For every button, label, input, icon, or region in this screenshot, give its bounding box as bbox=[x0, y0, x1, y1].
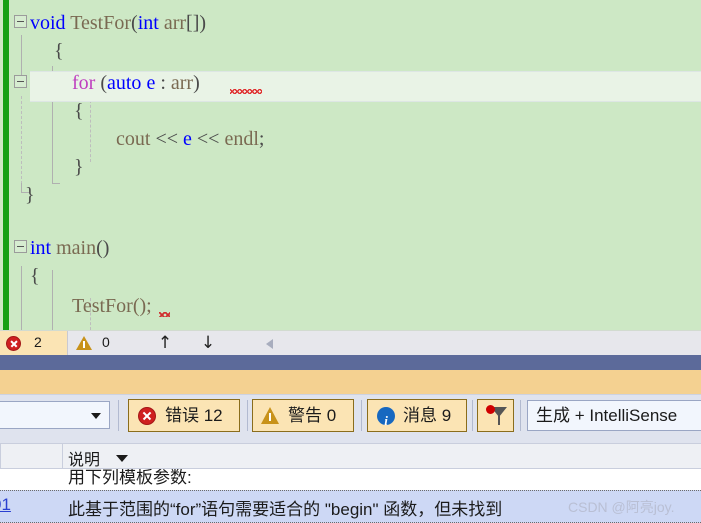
highlight-band bbox=[0, 370, 701, 394]
toolbar-separator-4 bbox=[472, 400, 473, 431]
indent-guide-1-end bbox=[52, 175, 60, 184]
error-code-link[interactable]: 01 bbox=[0, 495, 11, 515]
next-issue-arrow-icon[interactable]: ↓ bbox=[197, 333, 219, 354]
token-open-brace-1: { bbox=[54, 40, 64, 62]
token-main-parens: () bbox=[96, 237, 110, 259]
token-call-testfor: TestFor(); bbox=[72, 295, 152, 317]
token-endl: endl bbox=[224, 128, 259, 150]
code-line-5[interactable]: cout << e << endl; bbox=[116, 124, 264, 154]
code-line-9[interactable]: int main() bbox=[30, 233, 109, 263]
editor-warning-count: 0 bbox=[102, 334, 110, 350]
fold-toggle-for[interactable] bbox=[14, 75, 27, 88]
error-list-search-combobox[interactable] bbox=[0, 401, 110, 429]
chevron-down-icon bbox=[91, 413, 101, 419]
filter-button[interactable] bbox=[477, 399, 514, 432]
token-open-brace-2: { bbox=[74, 100, 84, 122]
token-semicolon-1: ; bbox=[258, 128, 265, 150]
code-line-2[interactable]: { bbox=[54, 36, 64, 66]
warnings-filter-label: 警告 0 bbox=[288, 406, 337, 425]
funnel-alert-dot-icon bbox=[486, 405, 495, 414]
code-line-7[interactable]: } bbox=[25, 180, 35, 210]
token-shift-1: << bbox=[155, 128, 178, 150]
editor-outlining-gutter[interactable] bbox=[0, 0, 30, 330]
header-separator-0 bbox=[0, 444, 1, 469]
errors-filter-button[interactable]: 错误 12 bbox=[128, 399, 240, 432]
token-keyword-int-main: int bbox=[30, 237, 52, 259]
token-identifier-e: e bbox=[146, 72, 156, 94]
indent-guide-main bbox=[52, 270, 53, 330]
token-shift-2: << bbox=[196, 128, 220, 150]
token-rparen-for: ) bbox=[193, 72, 200, 94]
errors-filter-label: 错误 12 bbox=[165, 406, 223, 425]
editor-status-strip: 2 0 ↑ ↓ bbox=[0, 330, 701, 356]
token-identifier-e-use: e bbox=[183, 128, 192, 150]
toolbar-separator-1 bbox=[118, 400, 119, 431]
editor-error-count: 2 bbox=[34, 334, 42, 350]
warning-icon bbox=[261, 407, 279, 424]
header-separator-1 bbox=[62, 444, 63, 469]
fold-toggle-testfor[interactable] bbox=[14, 15, 27, 28]
code-line-11[interactable]: TestFor(); bbox=[72, 291, 152, 321]
build-intellisense-select[interactable]: 生成 + IntelliSense bbox=[527, 400, 701, 431]
info-icon bbox=[377, 405, 395, 436]
error-list-row-clipped[interactable]: 用下列模板参数: bbox=[0, 469, 701, 490]
watermark-text: CSDN @阿亮joy. bbox=[568, 499, 675, 515]
token-close-brace-1: } bbox=[74, 156, 84, 178]
token-open-brace-main: { bbox=[30, 265, 40, 287]
token-identifier-arr-ref: arr bbox=[170, 72, 194, 94]
code-line-1[interactable]: void TestFor(int arr[]) bbox=[30, 8, 206, 38]
error-list-column-header: 说明 bbox=[0, 443, 701, 469]
messages-filter-label: 消息 9 bbox=[403, 406, 452, 425]
code-line-10[interactable]: { bbox=[30, 261, 40, 291]
toolbar-separator-2 bbox=[247, 400, 248, 431]
code-line-6[interactable]: } bbox=[74, 152, 84, 182]
error-list-row-clipped-text: 用下列模板参数: bbox=[68, 469, 192, 487]
error-list-row-selected[interactable]: 01 此基于范围的“for”语句需要适合的 "begin" 函数，但未找到 CS… bbox=[0, 490, 701, 523]
fold-toggle-main[interactable] bbox=[14, 240, 27, 253]
messages-filter-button[interactable]: 消息 9 bbox=[367, 399, 467, 436]
error-description: 此基于范围的“for”语句需要适合的 "begin" 函数，但未找到 bbox=[68, 500, 503, 519]
token-keyword-void: void bbox=[30, 12, 66, 34]
prev-issue-arrow-icon[interactable]: ↑ bbox=[154, 333, 176, 354]
token-lparen: ( bbox=[131, 12, 138, 34]
warnings-filter-button[interactable]: 警告 0 bbox=[252, 399, 354, 432]
code-line-4[interactable]: { bbox=[74, 96, 84, 126]
token-keyword-for: for bbox=[72, 72, 96, 94]
code-line-3[interactable]: for (auto e : arr) bbox=[72, 68, 200, 98]
outline-vline-main bbox=[21, 266, 22, 330]
token-rparen: ) bbox=[199, 12, 207, 34]
warning-icon-bang bbox=[83, 341, 85, 348]
error-icon bbox=[138, 407, 156, 425]
error-icon bbox=[6, 336, 21, 351]
token-close-brace-2: } bbox=[25, 184, 35, 206]
toolbar-separator-5 bbox=[520, 400, 521, 431]
token-identifier-arr-param: arr bbox=[163, 12, 187, 34]
token-keyword-int: int bbox=[137, 12, 159, 34]
window-separator-band bbox=[0, 355, 701, 370]
indent-guide-2 bbox=[90, 100, 91, 162]
token-identifier-main: main bbox=[56, 237, 97, 259]
token-lparen-for: ( bbox=[100, 72, 107, 94]
error-squiggle-call bbox=[159, 312, 170, 317]
error-squiggle-arr bbox=[230, 89, 262, 94]
token-keyword-auto: auto bbox=[107, 72, 142, 94]
code-editor[interactable]: void TestFor(int arr[]) { for (auto e : … bbox=[0, 0, 701, 330]
token-brackets: [] bbox=[186, 12, 200, 34]
editor-error-count-box[interactable]: 2 bbox=[0, 331, 68, 356]
error-list-toolbar: 错误 12 警告 0 消息 9 生成 + IntelliSense bbox=[0, 394, 701, 444]
sort-descending-icon[interactable] bbox=[116, 455, 128, 462]
token-cout: cout bbox=[116, 128, 151, 150]
toolbar-separator-3 bbox=[361, 400, 362, 431]
token-identifier-testfor: TestFor bbox=[70, 12, 132, 34]
outline-vline-dashed bbox=[21, 96, 22, 184]
column-header-description[interactable]: 说明 bbox=[68, 446, 100, 470]
collapse-left-triangle-icon[interactable] bbox=[266, 339, 273, 349]
